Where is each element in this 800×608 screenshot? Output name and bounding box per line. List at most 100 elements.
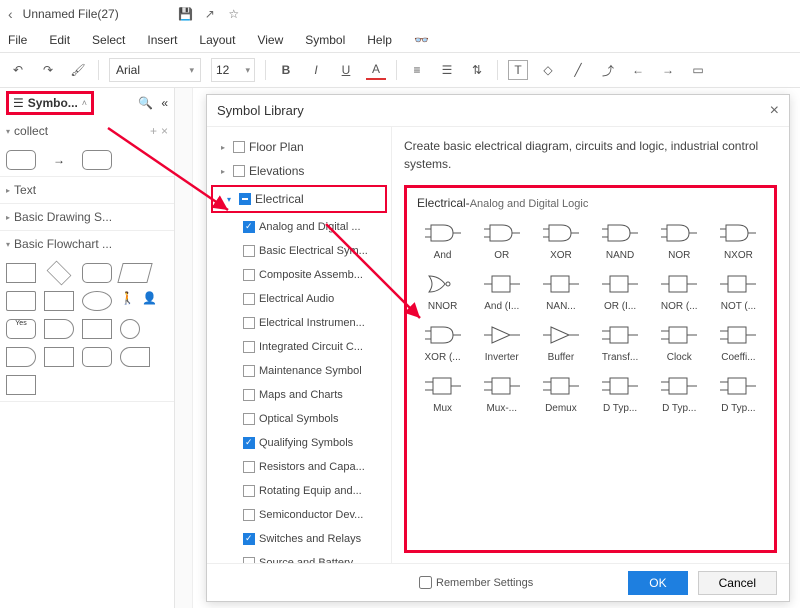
tree-sub-item[interactable]: Maps and Charts bbox=[207, 383, 391, 407]
arrow-end-icon[interactable]: → bbox=[658, 60, 678, 80]
symbol-item[interactable]: And bbox=[417, 220, 468, 261]
symbol-item[interactable]: NNOR bbox=[417, 271, 468, 312]
tree-sub-item[interactable]: Electrical Instrumen... bbox=[207, 311, 391, 335]
section-collect[interactable]: ▾ collect + × bbox=[0, 118, 174, 144]
symbol-item[interactable]: Buffer bbox=[535, 322, 586, 363]
tree-sub-item[interactable]: Rotating Equip and... bbox=[207, 479, 391, 503]
symbol-item[interactable]: NOR (... bbox=[654, 271, 705, 312]
shape[interactable] bbox=[120, 319, 140, 339]
remember-checkbox[interactable] bbox=[419, 576, 432, 589]
font-color-icon[interactable]: A bbox=[366, 60, 386, 80]
menu-symbol[interactable]: Symbol bbox=[305, 33, 345, 47]
checkbox[interactable] bbox=[243, 317, 255, 329]
connector-icon[interactable]: ⤴ bbox=[598, 60, 618, 80]
font-select[interactable]: Arial ▾ bbox=[109, 58, 201, 82]
ok-button[interactable]: OK bbox=[628, 571, 687, 595]
symbol-item[interactable]: OR (I... bbox=[595, 271, 646, 312]
more-icon[interactable]: ▭ bbox=[688, 60, 708, 80]
checkbox-partial[interactable] bbox=[239, 193, 251, 205]
symbol-item[interactable]: Inverter bbox=[476, 322, 527, 363]
checkbox[interactable] bbox=[243, 413, 255, 425]
shape[interactable] bbox=[44, 347, 74, 367]
checkbox[interactable] bbox=[243, 245, 255, 257]
remember-settings[interactable]: Remember Settings bbox=[419, 576, 533, 589]
shape-person[interactable]: 🚶 bbox=[120, 291, 134, 311]
symbol-item[interactable]: Transf... bbox=[595, 322, 646, 363]
tree-sub-item[interactable]: Maintenance Symbol bbox=[207, 359, 391, 383]
menu-select[interactable]: Select bbox=[92, 33, 125, 47]
tree-sub-item[interactable]: Basic Electrical Sym... bbox=[207, 239, 391, 263]
checkbox[interactable] bbox=[243, 389, 255, 401]
section-basic-drawing[interactable]: ▸ Basic Drawing S... bbox=[0, 204, 174, 230]
checkbox[interactable] bbox=[243, 269, 255, 281]
shape[interactable] bbox=[82, 291, 112, 311]
line-icon[interactable]: ╱ bbox=[568, 60, 588, 80]
share-icon[interactable]: ↗ bbox=[203, 7, 217, 21]
symbol-item[interactable]: D Typ... bbox=[595, 373, 646, 414]
tree-sub-item[interactable]: Electrical Audio bbox=[207, 287, 391, 311]
shape[interactable] bbox=[117, 263, 152, 283]
shape-arrow[interactable]: → bbox=[44, 150, 74, 170]
close-icon[interactable]: × bbox=[161, 124, 168, 138]
tree-sub-item[interactable]: Semiconductor Dev... bbox=[207, 503, 391, 527]
tree-sub-item[interactable]: Integrated Circuit C... bbox=[207, 335, 391, 359]
checkbox[interactable] bbox=[243, 461, 255, 473]
fill-icon[interactable]: ◇ bbox=[538, 60, 558, 80]
shape[interactable] bbox=[6, 375, 36, 395]
collapse-icon[interactable]: « bbox=[161, 96, 168, 110]
menu-insert[interactable]: Insert bbox=[147, 33, 177, 47]
symbol-item[interactable]: Mux-... bbox=[476, 373, 527, 414]
shape-user[interactable]: 👤 bbox=[142, 291, 156, 311]
symbol-item[interactable]: OR bbox=[476, 220, 527, 261]
cancel-button[interactable]: Cancel bbox=[698, 571, 777, 595]
section-basic-flowchart[interactable]: ▾ Basic Flowchart ... bbox=[0, 231, 174, 257]
redo-icon[interactable]: ↷ bbox=[38, 60, 58, 80]
valign-icon[interactable]: ☰ bbox=[437, 60, 457, 80]
menu-edit[interactable]: Edit bbox=[49, 33, 70, 47]
checkbox[interactable] bbox=[243, 365, 255, 377]
symbol-item[interactable]: XOR bbox=[535, 220, 586, 261]
symbol-item[interactable]: Clock bbox=[654, 322, 705, 363]
symbol-item[interactable]: XOR (... bbox=[417, 322, 468, 363]
size-select[interactable]: 12 ▾ bbox=[211, 58, 255, 82]
shape[interactable] bbox=[6, 347, 36, 367]
symbol-item[interactable]: NAND bbox=[595, 220, 646, 261]
shape[interactable] bbox=[44, 319, 74, 339]
tree-elevations[interactable]: ▸ Elevations bbox=[207, 159, 391, 183]
tree-sub-item[interactable]: Switches and Relays bbox=[207, 527, 391, 551]
shape[interactable] bbox=[120, 347, 150, 367]
tree-sub-item[interactable]: Qualifying Symbols bbox=[207, 431, 391, 455]
tree-floor-plan[interactable]: ▸ Floor Plan bbox=[207, 135, 391, 159]
arrow-start-icon[interactable]: ← bbox=[628, 60, 648, 80]
checkbox[interactable] bbox=[243, 485, 255, 497]
symbol-item[interactable]: Mux bbox=[417, 373, 468, 414]
glasses-icon[interactable]: 👓 bbox=[414, 33, 429, 47]
italic-icon[interactable]: I bbox=[306, 60, 326, 80]
symbol-item[interactable]: NAN... bbox=[535, 271, 586, 312]
text-tool-icon[interactable]: T bbox=[508, 60, 528, 80]
shape-rect[interactable] bbox=[6, 150, 36, 170]
spacing-icon[interactable]: ⇅ bbox=[467, 60, 487, 80]
underline-icon[interactable]: U bbox=[336, 60, 356, 80]
tree-sub-item[interactable]: Source and Battery bbox=[207, 551, 391, 563]
tree-electrical[interactable]: ▾ Electrical bbox=[213, 187, 385, 211]
tree-sub-item[interactable]: Analog and Digital ... bbox=[207, 215, 391, 239]
shape[interactable] bbox=[82, 347, 112, 367]
library-button[interactable]: ☰ Symbo... ˄ bbox=[6, 91, 94, 115]
menu-layout[interactable]: Layout bbox=[199, 33, 235, 47]
menu-file[interactable]: File bbox=[8, 33, 27, 47]
plus-icon[interactable]: + bbox=[150, 124, 157, 138]
shape[interactable]: Yes bbox=[6, 319, 36, 339]
checkbox[interactable] bbox=[233, 165, 245, 177]
tree-sub-item[interactable]: Composite Assemb... bbox=[207, 263, 391, 287]
symbol-item[interactable]: NOR bbox=[654, 220, 705, 261]
symbol-item[interactable]: NOT (... bbox=[713, 271, 764, 312]
shape[interactable] bbox=[82, 319, 112, 339]
symbol-item[interactable]: D Typ... bbox=[654, 373, 705, 414]
checkbox[interactable] bbox=[243, 293, 255, 305]
back-icon[interactable]: ‹ bbox=[8, 6, 13, 22]
close-icon[interactable]: × bbox=[770, 102, 779, 120]
symbol-item[interactable]: NXOR bbox=[713, 220, 764, 261]
undo-icon[interactable]: ↶ bbox=[8, 60, 28, 80]
shape[interactable] bbox=[47, 261, 72, 286]
